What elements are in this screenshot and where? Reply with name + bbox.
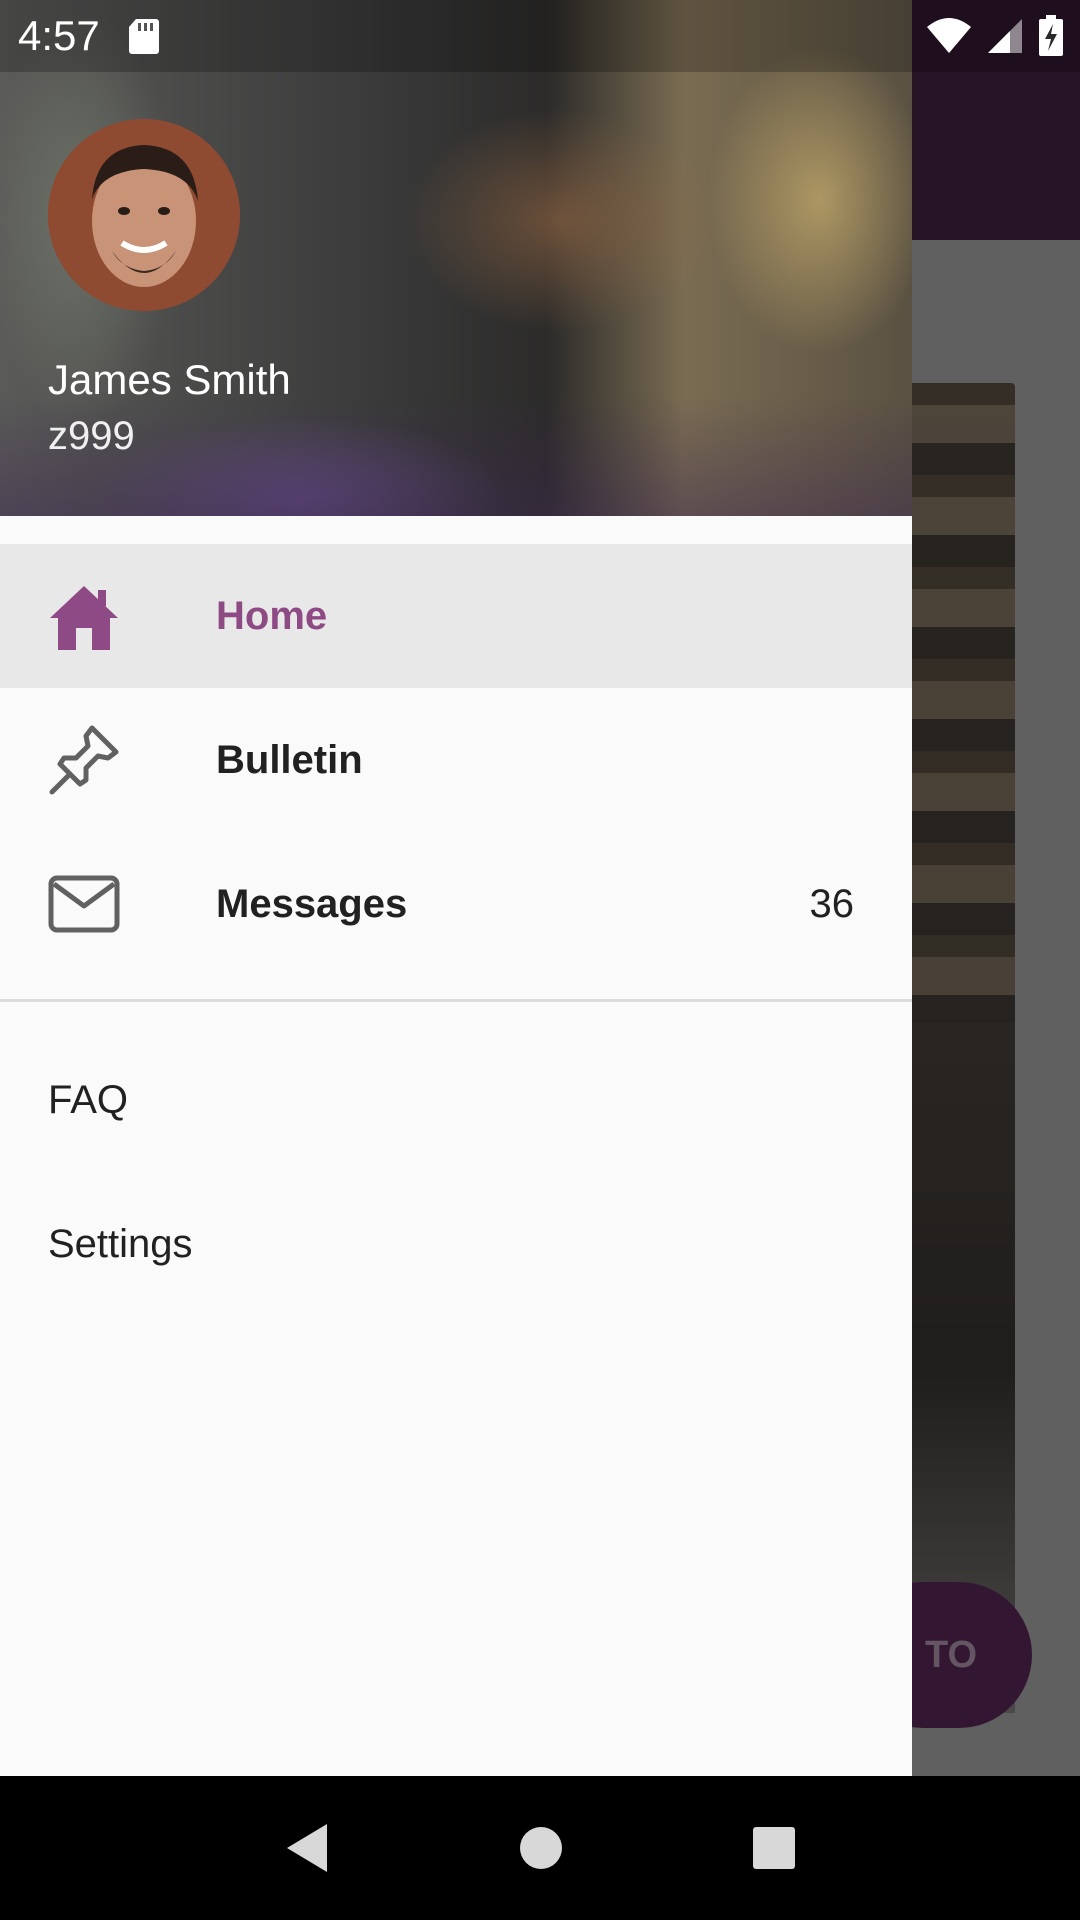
home-circle-icon[interactable] <box>518 1825 564 1871</box>
signal-icon <box>986 17 1024 55</box>
avatar[interactable] <box>48 119 240 311</box>
drawer-nav-list: Home Bulletin Messages 36 <box>0 544 912 976</box>
battery-charging-icon <box>1038 15 1064 57</box>
pushpin-icon <box>48 724 120 796</box>
nav-item-settings[interactable]: Settings <box>48 1222 193 1267</box>
wifi-icon <box>926 17 972 55</box>
navigation-drawer: James Smith z999 Home Bulletin Messages … <box>0 0 912 1776</box>
status-time: 4:57 <box>18 12 100 59</box>
faq-label: FAQ <box>48 1078 129 1122</box>
back-icon[interactable] <box>283 1822 331 1874</box>
home-icon <box>48 580 120 652</box>
nav-item-home[interactable]: Home <box>0 544 912 688</box>
drawer-header: James Smith z999 <box>0 0 912 516</box>
user-name: James Smith <box>48 356 291 403</box>
drawer-divider <box>0 999 912 1002</box>
status-bar: 4:57 <box>0 0 1080 72</box>
sd-card-icon <box>128 17 160 55</box>
nav-item-label: Home <box>216 593 328 638</box>
nav-item-messages[interactable]: Messages 36 <box>0 832 912 976</box>
settings-label: Settings <box>48 1222 193 1266</box>
user-id: z999 <box>48 414 135 458</box>
recents-icon[interactable] <box>751 1825 797 1871</box>
mail-icon <box>48 868 120 940</box>
nav-item-label: Messages <box>216 881 408 926</box>
nav-item-label: Bulletin <box>216 737 363 782</box>
nav-item-bulletin[interactable]: Bulletin <box>0 688 912 832</box>
messages-count-badge: 36 <box>809 881 855 926</box>
nav-item-faq[interactable]: FAQ <box>48 1078 128 1123</box>
system-nav-bar <box>0 1776 1080 1920</box>
